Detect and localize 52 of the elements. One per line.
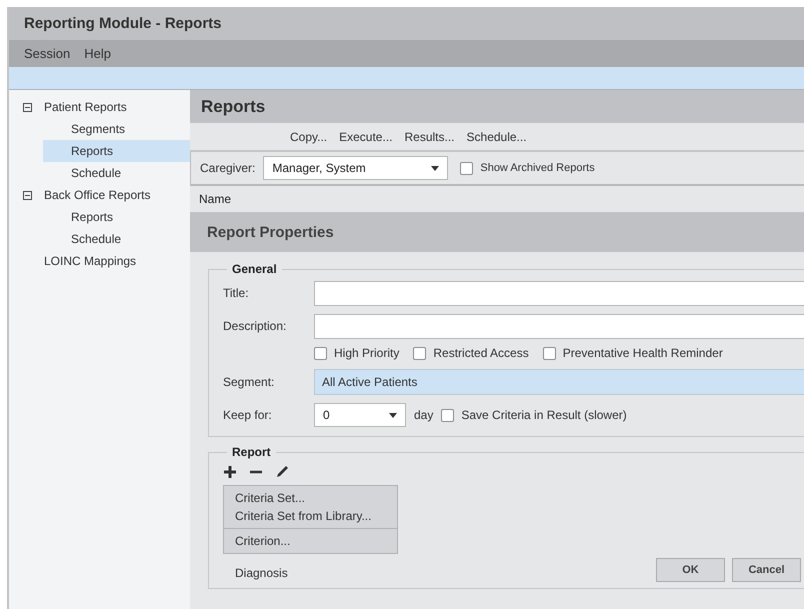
keep-for-dropdown[interactable]: 0	[314, 403, 406, 427]
caregiver-label: Caregiver:	[200, 161, 256, 175]
toolbar-button[interactable]: Schedule...	[466, 130, 527, 144]
checkbox-label: Save Criteria in Result (slower)	[461, 408, 627, 422]
add-icon[interactable]	[223, 465, 237, 479]
checkbox-label: Restricted Access	[433, 346, 529, 360]
section-title: Reports	[190, 90, 804, 123]
field-label: Description:	[223, 319, 288, 333]
pencil-icon[interactable]	[275, 465, 289, 479]
toolbar-button[interactable]: Copy...	[290, 130, 328, 144]
menu-option[interactable]: Criterion...	[235, 532, 397, 550]
checkbox[interactable]	[413, 346, 426, 360]
panel-title: Report Properties	[190, 213, 804, 252]
tree-item[interactable]: Schedule	[43, 228, 190, 250]
tree-item[interactable]: Back Office Reports	[9, 184, 190, 206]
field-label: Title:	[223, 286, 250, 300]
checkbox-label: Show Archived Reports	[480, 162, 595, 174]
field-label: Keep for:	[223, 408, 273, 422]
description-field[interactable]	[314, 314, 804, 338]
tree-item[interactable]: Reports	[43, 206, 190, 228]
menu-item[interactable]: Session	[24, 46, 70, 61]
tree-item[interactable]: Reports	[43, 140, 190, 162]
title-field[interactable]	[314, 280, 804, 306]
checkbox-label: Preventative Health Reminder	[562, 346, 723, 360]
group-title: Report	[231, 445, 272, 459]
ok-button[interactable]: OK	[656, 558, 725, 582]
tree-item[interactable]: Schedule	[43, 162, 190, 184]
checkbox[interactable]	[441, 408, 454, 422]
caret-icon	[431, 166, 440, 170]
tree-item[interactable]: Segments	[43, 118, 190, 140]
checkbox-label: High Priority	[334, 346, 400, 360]
unit-label: day	[414, 408, 434, 422]
window-title: Reporting Module - Reports	[9, 7, 804, 40]
field-label: Segment:	[223, 375, 276, 389]
tree-item[interactable]: LOINC Mappings	[9, 250, 190, 272]
tree-item[interactable]: Patient Reports	[9, 96, 190, 118]
caregiver-dropdown[interactable]: Manager, System	[263, 156, 448, 180]
toolbar-button[interactable]: Results...	[404, 130, 455, 144]
checkbox[interactable]	[542, 346, 556, 360]
criteria-item[interactable]: Diagnosis	[235, 566, 288, 580]
checkbox[interactable]	[314, 346, 327, 360]
group-title: General	[231, 262, 278, 276]
collapse-icon[interactable]	[23, 190, 32, 200]
segment-field[interactable]: All Active Patients	[314, 369, 804, 395]
collapse-icon[interactable]	[23, 102, 32, 112]
menu-option[interactable]: Criteria Set from Library...	[235, 507, 397, 525]
menu-option[interactable]: Criteria Set...	[235, 489, 397, 507]
toolbar-button[interactable]: Execute...	[339, 130, 392, 144]
menu-item[interactable]: Help	[84, 46, 111, 61]
caret-icon	[389, 412, 397, 418]
cancel-button[interactable]: Cancel	[732, 558, 801, 582]
checkbox[interactable]	[460, 162, 474, 174]
